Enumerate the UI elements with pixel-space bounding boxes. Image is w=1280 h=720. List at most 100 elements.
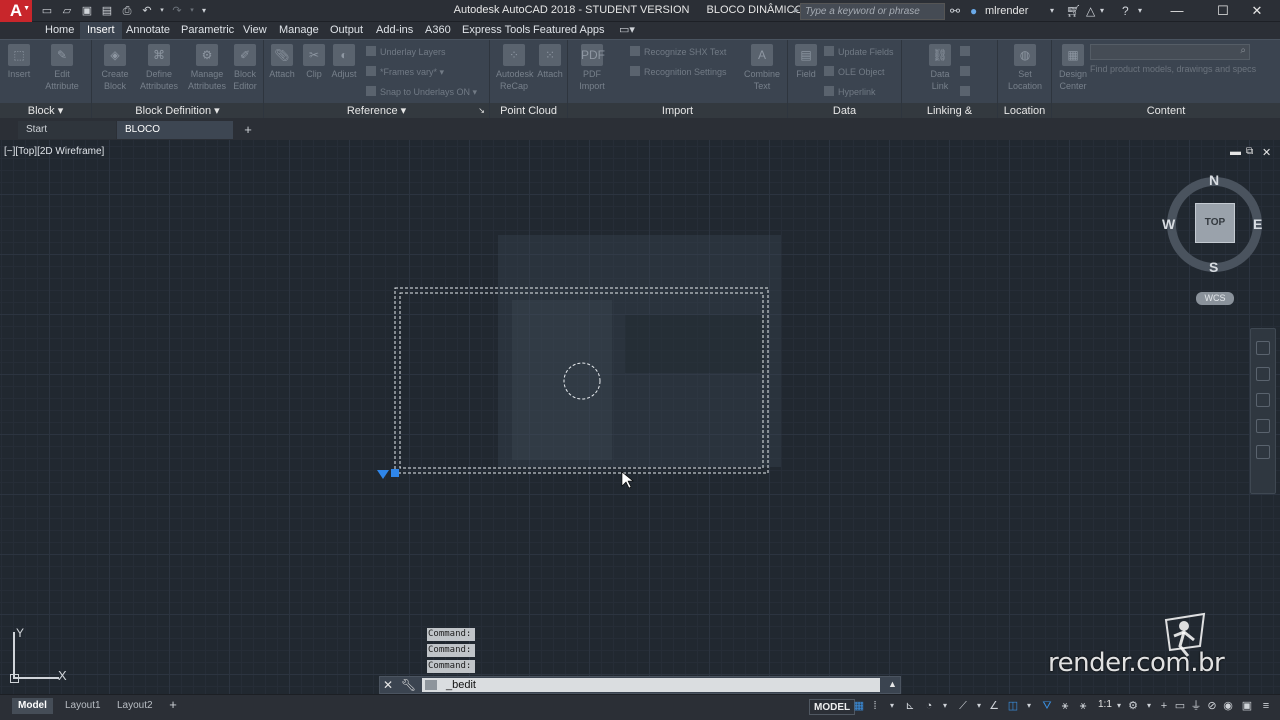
panel-title-data[interactable]: Data bbox=[788, 103, 901, 119]
drawing-canvas[interactable]: [−][Top][2D Wireframe] ▬ ⧉ ✕ TOP N S E W… bbox=[0, 140, 1280, 694]
help-search-input[interactable]: ▸ Type a keyword or phrase bbox=[794, 3, 945, 20]
selected-rectangle-inner[interactable] bbox=[399, 292, 764, 469]
annotation-visibility-icon[interactable]: ⛛ bbox=[1040, 699, 1054, 713]
customize-command-line-icon[interactable]: 🔧︎ bbox=[401, 678, 416, 692]
binoculars-icon[interactable]: ⚯ bbox=[950, 3, 960, 19]
workspace-gear-icon[interactable]: ⚙ bbox=[1126, 699, 1140, 713]
tab-annotate[interactable]: Annotate bbox=[119, 22, 177, 39]
viewcube-top-face[interactable]: TOP bbox=[1195, 203, 1235, 243]
annotation-monitor-icon[interactable]: + bbox=[1157, 699, 1171, 713]
layout-tab-layout2[interactable]: Layout2 bbox=[111, 698, 159, 714]
orbit-icon[interactable] bbox=[1256, 419, 1270, 433]
polar-tracking-icon[interactable]: ◔ bbox=[922, 699, 936, 713]
undo-dropdown-icon[interactable]: ▾ bbox=[158, 3, 166, 19]
design-center-button[interactable]: ▦ Design Center bbox=[1056, 44, 1090, 92]
ucs-menu-badge[interactable]: WCS bbox=[1196, 292, 1234, 305]
snap-mode-icon[interactable]: ⁞ bbox=[868, 699, 882, 713]
compass-east[interactable]: E bbox=[1253, 216, 1262, 232]
insert-block-button[interactable]: ⬚ Insert bbox=[5, 44, 33, 80]
command-input[interactable]: _bedit bbox=[422, 678, 880, 692]
extract-data-icon[interactable] bbox=[960, 46, 974, 58]
tab-add-ins[interactable]: Add-ins bbox=[369, 22, 420, 39]
frames-vary-dropdown[interactable]: *Frames vary* ▾ bbox=[366, 66, 444, 78]
manage-attributes-button[interactable]: ⚙ Manage Attributes bbox=[188, 44, 226, 92]
pdf-import-button[interactable]: PDF PDF Import bbox=[578, 44, 606, 92]
annotation-scale-value[interactable]: 1:1 bbox=[1098, 699, 1112, 710]
grip-square-icon[interactable] bbox=[391, 469, 399, 477]
data-link-button[interactable]: ⛓ Data Link bbox=[926, 44, 954, 92]
search-expand-icon[interactable]: ▸ bbox=[794, 5, 799, 16]
attach-reference-button[interactable]: 📎︎ Attach bbox=[268, 44, 296, 80]
add-layout-button[interactable]: + bbox=[165, 697, 181, 713]
undo-icon[interactable]: ↶ bbox=[138, 3, 156, 19]
ortho-mode-icon[interactable]: ⊾ bbox=[903, 699, 917, 713]
application-menu-button[interactable]: A ▼ bbox=[0, 0, 32, 22]
command-history-toggle-icon[interactable]: ▲ bbox=[888, 679, 897, 689]
open-file-icon[interactable]: ▱ bbox=[58, 3, 76, 19]
customization-menu-icon[interactable]: ≡ bbox=[1259, 699, 1273, 713]
user-icon[interactable]: ● bbox=[970, 3, 977, 19]
tab-a360[interactable]: A360 bbox=[418, 22, 458, 39]
steering-wheel-icon[interactable] bbox=[1256, 341, 1270, 355]
grid-display-icon[interactable]: ▦ bbox=[852, 699, 866, 713]
recognition-settings-button[interactable]: Recognition Settings bbox=[630, 66, 727, 78]
selected-circle[interactable] bbox=[563, 362, 601, 400]
model-space-toggle[interactable]: MODEL bbox=[809, 699, 856, 715]
panel-title-content[interactable]: Content bbox=[1052, 103, 1280, 119]
layout-tab-model[interactable]: Model bbox=[12, 698, 53, 714]
quick-properties-icon[interactable]: ⏚ bbox=[1189, 699, 1203, 713]
ole-object-button[interactable]: OLE Object bbox=[824, 66, 885, 78]
customize-qat-icon[interactable]: ▾ bbox=[198, 3, 210, 19]
polar-dropdown-icon[interactable]: ▾ bbox=[938, 699, 952, 713]
close-button[interactable]: ✕ bbox=[1234, 0, 1280, 22]
workspace-dropdown-icon[interactable]: ▾ bbox=[1142, 699, 1156, 713]
clip-button[interactable]: ✂ Clip bbox=[300, 44, 328, 80]
define-attributes-button[interactable]: ⌘ Define Attributes bbox=[140, 44, 178, 92]
clean-screen-icon[interactable]: ▣ bbox=[1240, 699, 1254, 713]
tab-manage[interactable]: Manage bbox=[272, 22, 326, 39]
ribbon-minimize-icon[interactable]: ▭▾ bbox=[612, 22, 642, 39]
set-location-button[interactable]: ◍ Set Location bbox=[1008, 44, 1042, 92]
layout-tab-layout1[interactable]: Layout1 bbox=[59, 698, 107, 714]
annotation-scale-icon[interactable]: ⚹ bbox=[1076, 699, 1090, 713]
isodraft-icon[interactable]: ⟋ bbox=[956, 699, 970, 713]
help-dropdown-icon[interactable]: ▾ bbox=[1138, 3, 1142, 19]
combine-text-button[interactable]: A Combine Text bbox=[744, 44, 780, 92]
hyperlink-button[interactable]: Hyperlink bbox=[824, 86, 876, 98]
cart-icon[interactable]: 🛒︎ bbox=[1066, 3, 1081, 19]
object-snap-dropdown-icon[interactable]: ▾ bbox=[1022, 699, 1036, 713]
snap-dropdown-icon[interactable]: ▾ bbox=[885, 699, 899, 713]
panel-title-reference[interactable]: Reference ▾ ↘ bbox=[264, 103, 489, 119]
compass-west[interactable]: W bbox=[1162, 216, 1175, 232]
tab-home[interactable]: Home bbox=[38, 22, 81, 39]
tab-featured-apps[interactable]: Featured Apps bbox=[526, 22, 612, 39]
panel-title-location[interactable]: Location bbox=[998, 103, 1051, 119]
a360-icon[interactable]: △ bbox=[1086, 3, 1095, 19]
field-button[interactable]: ▤ Field bbox=[792, 44, 820, 80]
grip-triangle-icon[interactable] bbox=[377, 470, 389, 479]
block-editor-button[interactable]: ✐ Block Editor bbox=[230, 44, 260, 92]
panel-title-point-cloud[interactable]: Point Cloud bbox=[490, 103, 567, 119]
panel-title-linking[interactable]: Linking & Extraction bbox=[902, 103, 997, 133]
tab-express-tools[interactable]: Express Tools bbox=[455, 22, 537, 39]
user-name[interactable]: mlrender bbox=[985, 5, 1028, 17]
units-icon[interactable]: ▭ bbox=[1173, 699, 1187, 713]
reference-launcher-icon[interactable]: ↘ bbox=[478, 103, 485, 119]
download-data-icon[interactable] bbox=[960, 66, 974, 78]
object-snap-icon[interactable]: ◫ bbox=[1006, 699, 1020, 713]
lock-ui-icon[interactable]: ⊘ bbox=[1205, 699, 1219, 713]
help-icon[interactable]: ? bbox=[1122, 3, 1129, 19]
panel-title-block-definition[interactable]: Block Definition ▾ bbox=[92, 103, 263, 119]
auto-scale-icon[interactable]: ⚹ bbox=[1058, 699, 1072, 713]
update-fields-button[interactable]: Update Fields bbox=[824, 46, 894, 58]
object-snap-tracking-icon[interactable]: ∠ bbox=[987, 699, 1001, 713]
content-search-input[interactable]: ⌕ bbox=[1090, 44, 1250, 60]
tab-output[interactable]: Output bbox=[323, 22, 370, 39]
a360-dropdown-icon[interactable]: ▾ bbox=[1100, 3, 1104, 19]
close-command-line-icon[interactable]: ✕ bbox=[383, 678, 393, 692]
panel-title-import[interactable]: Import bbox=[568, 103, 787, 119]
zoom-extents-icon[interactable] bbox=[1256, 393, 1270, 407]
tab-view[interactable]: View bbox=[236, 22, 274, 39]
isolate-objects-icon[interactable]: ◉ bbox=[1221, 699, 1235, 713]
compass-north[interactable]: N bbox=[1209, 172, 1219, 188]
